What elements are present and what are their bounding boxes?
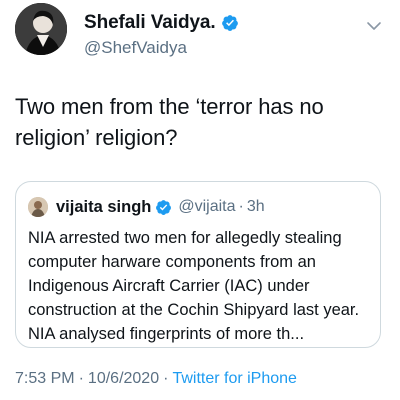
quoted-handle: @vijaita — [178, 198, 236, 215]
verified-badge-icon — [156, 199, 172, 215]
quoted-tweet-card[interactable]: vijaita singh @vijaita · 3h NIA arrested… — [15, 181, 381, 348]
quoted-timestamp: 3h — [246, 198, 265, 215]
tweet-source-link[interactable]: Twitter for iPhone — [172, 370, 297, 387]
footer-separator: · — [78, 370, 84, 387]
author-handle[interactable]: @ShefVaidya — [84, 38, 239, 58]
quoted-tweet-text: NIA arrested two men for allegedly steal… — [28, 229, 360, 343]
tweet-time[interactable]: 7:53 PM — [15, 370, 75, 387]
author-avatar[interactable] — [15, 3, 67, 55]
author-info: Shefali Vaidya. @ShefVaidya — [84, 12, 239, 58]
avatar-image — [15, 3, 67, 55]
quoted-avatar-image — [28, 197, 48, 217]
quoted-separator: · — [238, 198, 244, 215]
verified-badge-icon — [221, 15, 238, 31]
display-name-row: Shefali Vaidya. — [84, 12, 239, 34]
quoted-author-avatar — [28, 197, 48, 217]
author-display-name[interactable]: Shefali Vaidya. — [84, 12, 216, 34]
quoted-display-name: vijaita singh — [56, 197, 152, 216]
tweet-footer: 7:53 PM · 10/6/2020 · Twitter for iPhone — [15, 370, 297, 388]
chevron-down-icon[interactable] — [366, 18, 382, 34]
footer-separator: · — [163, 370, 169, 387]
quoted-tweet-header: vijaita singh @vijaita · 3h — [28, 195, 265, 219]
tweet-date[interactable]: 10/6/2020 — [88, 370, 159, 387]
tweet-page: Shefali Vaidya. @ShefVaidya Two men from… — [0, 0, 400, 400]
tweet-text: Two men from the ‘terror has no religion… — [15, 94, 324, 150]
